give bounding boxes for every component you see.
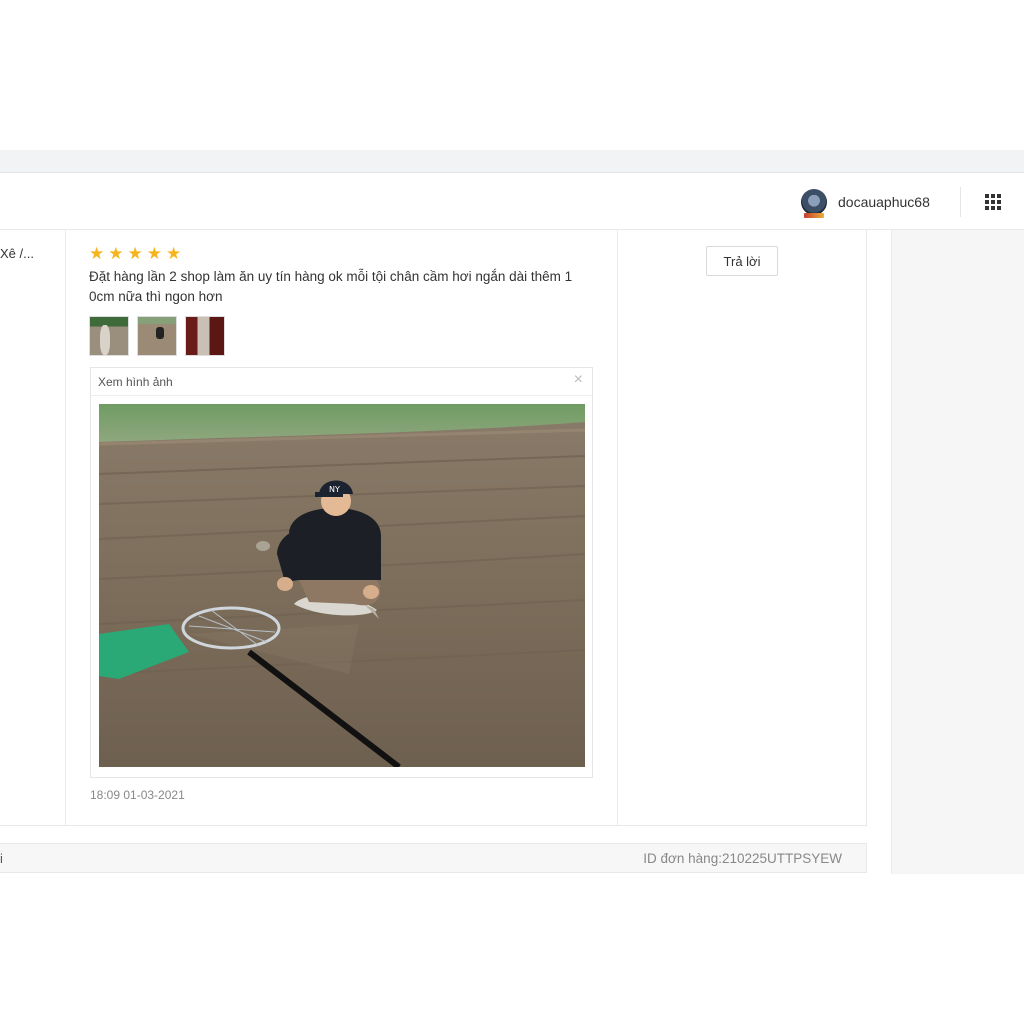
- order-bar-left-text: i: [0, 851, 3, 866]
- review-thumbnail[interactable]: [137, 316, 177, 356]
- review-timestamp: 18:09 01-03-2021: [90, 788, 185, 802]
- page: docauaphuc68 Xê /... ★ ★ ★ ★ ★ Đặt hàng …: [0, 0, 1024, 1024]
- star-icon: ★: [89, 244, 105, 263]
- review-photo[interactable]: NY: [99, 404, 585, 767]
- review-photo-image: NY: [99, 404, 585, 767]
- username[interactable]: docauaphuc68: [838, 194, 930, 210]
- product-name-truncated[interactable]: Xê /...: [0, 246, 34, 261]
- column-divider: [65, 230, 66, 826]
- reply-button[interactable]: Trả lời: [706, 246, 778, 276]
- user-menu[interactable]: docauaphuc68: [801, 186, 930, 218]
- image-viewer: Xem hình ảnh × NY: [90, 367, 593, 778]
- svg-text:NY: NY: [329, 485, 340, 494]
- order-info-bar: i ID đơn hàng:210225UTTPSYEW: [0, 843, 867, 873]
- review-comment: Đặt hàng lần 2 shop làm ăn uy tín hàng o…: [89, 269, 573, 304]
- image-viewer-header: Xem hình ảnh ×: [91, 368, 592, 396]
- top-grey-band: [0, 150, 1024, 172]
- review-thumbnail[interactable]: [185, 316, 225, 356]
- image-viewer-title: Xem hình ảnh: [98, 375, 173, 389]
- review-thumbnails: [89, 316, 225, 356]
- rating-stars: ★ ★ ★ ★ ★: [89, 245, 181, 262]
- order-id: ID đơn hàng:210225UTTPSYEW: [643, 851, 842, 866]
- star-icon: ★: [108, 244, 124, 263]
- star-icon: ★: [166, 244, 182, 263]
- star-icon: ★: [127, 244, 143, 263]
- shop-avatar-icon[interactable]: [801, 189, 827, 218]
- right-side-panel: [891, 230, 1024, 874]
- column-divider: [617, 230, 618, 826]
- star-icon: ★: [146, 244, 162, 263]
- top-bar: docauaphuc68: [0, 172, 1024, 230]
- grid-apps-icon[interactable]: [985, 194, 1001, 210]
- header-divider: [960, 187, 961, 217]
- close-icon[interactable]: ×: [574, 372, 583, 388]
- review-thumbnail[interactable]: [89, 316, 129, 356]
